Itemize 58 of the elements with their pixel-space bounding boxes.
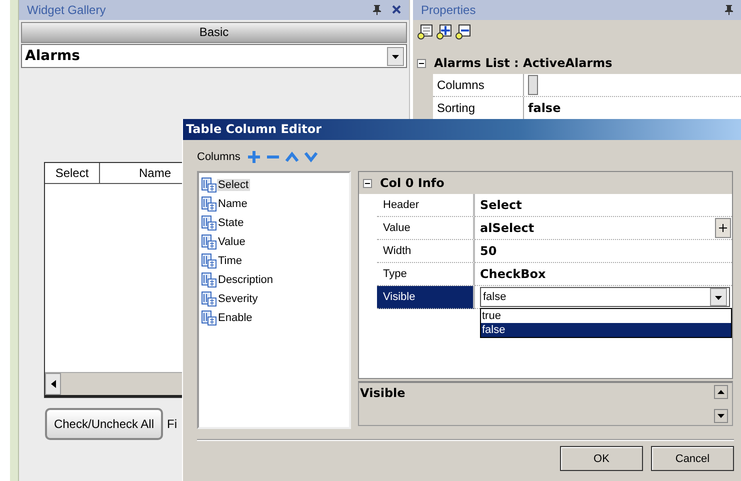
property-name[interactable]: Width — [377, 240, 475, 263]
pin-icon[interactable] — [723, 4, 735, 16]
value-dropdown[interactable]: false — [480, 287, 730, 307]
property-value: alSelect — [480, 221, 534, 235]
column-item[interactable]: Value — [217, 236, 246, 248]
column-icon — [201, 214, 217, 230]
column-item[interactable]: Description — [217, 274, 274, 286]
check-all-button[interactable]: Check/Uncheck All — [45, 408, 163, 440]
remove-icon[interactable] — [455, 24, 472, 40]
label-text: Fi — [167, 417, 177, 431]
property-value: 50 — [480, 244, 497, 258]
panel-title: Widget Gallery — [27, 3, 106, 17]
collapse-icon[interactable] — [417, 58, 426, 68]
column-icon — [201, 176, 217, 192]
property-value: false — [528, 101, 561, 115]
column-item[interactable]: State — [217, 216, 245, 228]
property-name[interactable]: Header — [377, 194, 475, 217]
column-item[interactable]: Select — [217, 178, 250, 190]
section-title: Col 0 Info — [380, 176, 444, 190]
category-bar[interactable]: Basic — [21, 22, 407, 43]
section-title: Alarms List : ActiveAlarms — [434, 56, 612, 70]
column-icon — [201, 272, 217, 288]
scroll-down-icon[interactable] — [714, 409, 728, 423]
dialog-button[interactable]: Cancel — [651, 446, 734, 471]
columns-label: Columns — [197, 151, 240, 163]
collapse-icon[interactable] — [363, 178, 372, 188]
property-name[interactable]: Value — [377, 217, 475, 240]
dialog-title: Table Column Editor — [183, 119, 741, 140]
plus-icon — [719, 224, 727, 232]
scroll-left-icon[interactable] — [50, 380, 56, 388]
scroll-up-icon[interactable] — [714, 385, 728, 399]
column-icon — [201, 196, 217, 212]
expand-button[interactable] — [715, 218, 731, 238]
column-icon — [201, 252, 217, 268]
move-down-icon[interactable] — [304, 150, 318, 164]
widget-dropdown[interactable]: Alarms — [21, 44, 407, 68]
column-icon — [201, 234, 217, 250]
description-title: Visible — [359, 385, 406, 402]
property-value: CheckBox — [480, 267, 546, 281]
column-item[interactable]: Time — [217, 254, 244, 266]
property-value: Select — [480, 198, 522, 212]
column-item[interactable]: Name — [217, 198, 248, 210]
move-up-icon[interactable] — [285, 150, 300, 164]
dropdown-option[interactable]: true — [481, 309, 731, 323]
close-icon[interactable] — [391, 4, 403, 16]
list-icon[interactable] — [417, 24, 434, 40]
column-header[interactable]: Select — [45, 163, 100, 183]
column-item[interactable]: Enable — [217, 312, 254, 324]
property-name: Columns — [433, 74, 524, 96]
dialog-button[interactable]: OK — [560, 446, 643, 471]
dropdown-option[interactable]: false — [481, 323, 731, 337]
column-icon — [201, 290, 217, 306]
panel-title: Properties — [421, 3, 476, 17]
column-item[interactable]: Severity — [217, 292, 259, 304]
property-name[interactable]: Visible — [377, 286, 475, 309]
pin-icon[interactable] — [371, 4, 383, 16]
column-icon — [201, 310, 217, 326]
add-icon[interactable] — [436, 24, 453, 40]
